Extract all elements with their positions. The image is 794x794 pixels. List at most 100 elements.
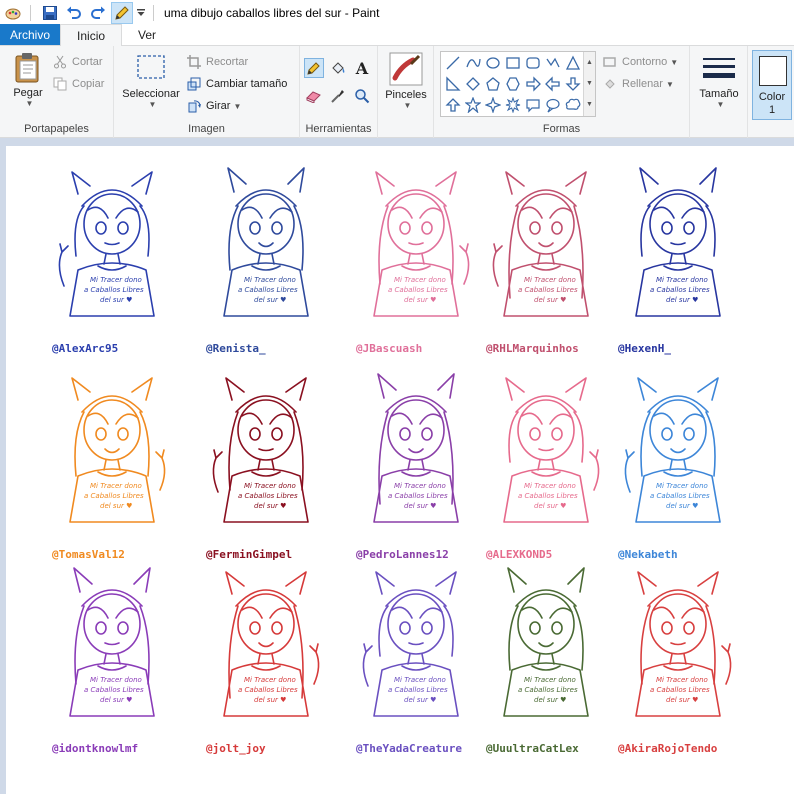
shape-four-point-star-icon[interactable] [464,96,482,114]
fanart-sketch: Mi Tracer dono a Caballos Libres del sur… [476,566,616,736]
scissors-icon [52,54,68,70]
magnifier-icon[interactable] [352,86,372,106]
undo-icon[interactable] [63,2,85,24]
eraser-icon[interactable] [304,86,324,106]
artist-handle: @JBascuash [356,342,423,355]
shape-rounded-callout-icon[interactable] [524,96,542,114]
quick-access-toolbar [0,0,160,25]
fill-icon [602,76,618,92]
cut-button[interactable]: Cortar [52,52,103,72]
shirt-text-line: del sur ♥ [100,696,132,704]
fanart-sketch: Mi Tracer dono a Caballos Libres del sur… [346,566,486,736]
shape-rectangle-icon[interactable] [504,54,522,72]
shirt-text-line: Mi Tracer dono [244,276,296,284]
artist-handle: @HexenH_ [618,342,671,355]
line-size-icon [703,58,735,78]
shape-hexagon-icon[interactable] [504,75,522,93]
paint-app-icon[interactable] [2,2,24,24]
fanart-sketch: Mi Tracer dono a Caballos Libres del sur… [42,166,182,336]
shape-oval-icon[interactable] [484,54,502,72]
shape-right-arrow-icon[interactable] [524,75,542,93]
shirt-text-line: Mi Tracer dono [244,482,296,490]
chevron-down-icon: ▼ [716,100,725,109]
tab-archivo[interactable]: Archivo [0,24,61,45]
image-group: Seleccionar ▼ Recortar Cambiar tamaño Gi… [114,46,300,138]
text-tool-icon[interactable]: A [352,58,372,78]
clipboard-group-label: Portapapeles [24,123,89,135]
shape-down-arrow-icon[interactable] [444,96,462,114]
shape-line-icon[interactable] [444,54,462,72]
shape-right-triangle-icon[interactable] [444,75,462,93]
shape-oval-callout-icon[interactable] [544,96,562,114]
artist-handle: @Nekabeth [618,548,678,561]
gallery-expand-icon[interactable]: ▼ [584,94,595,115]
shapes-group-label: Formas [542,123,581,135]
brushes-button[interactable]: Pinceles ▼ [382,52,430,110]
shirt-text-line: a Caballos Libres [650,286,710,294]
artist-handle: @RHLMarquinhos [486,342,579,355]
crop-button[interactable]: Recortar [186,52,248,72]
shirt-text-line: a Caballos Libres [84,686,144,694]
clipboard-group: Pegar ▼ Cortar Copiar Portapapeles [0,46,114,138]
shirt-text-line: Mi Tracer dono [656,276,708,284]
color1-button[interactable]: Color 1 [752,50,792,120]
drawing-canvas[interactable]: Mi Tracer dono a Caballos Libres del sur… [6,146,794,794]
shape-polygon-icon[interactable] [544,54,562,72]
shapes-scrollbar[interactable]: ▲ ▼ ▼ [583,52,595,116]
shape-diamond-icon[interactable] [464,75,482,93]
tab-ver[interactable]: Ver [122,24,172,45]
shirt-text-line: a Caballos Libres [650,492,710,500]
fill-button[interactable]: Rellenar ▼ [602,74,674,94]
window-title: uma dibujo caballos libres del sur - Pai… [164,5,380,20]
shape-triangle-icon[interactable] [564,54,582,72]
fanart-sketch: Mi Tracer dono a Caballos Libres del sur… [608,372,748,542]
scroll-down-icon[interactable]: ▼ [584,73,595,94]
resize-label: Cambiar tamaño [206,78,288,90]
shirt-text-line: Mi Tracer dono [394,276,446,284]
shape-six-point-star-icon[interactable] [504,96,522,114]
redo-icon[interactable] [87,2,109,24]
shape-cloud-callout-icon[interactable] [564,96,582,114]
cut-label: Cortar [72,56,103,68]
shirt-text-line: Mi Tracer dono [394,676,446,684]
color-picker-icon[interactable] [328,86,348,106]
scroll-up-icon[interactable]: ▲ [584,52,595,73]
shape-up-arrow-icon[interactable] [564,75,582,93]
select-button[interactable]: Seleccionar ▼ [120,54,182,109]
shirt-text-line: Mi Tracer dono [524,276,576,284]
shape-curve-icon[interactable] [464,54,482,72]
shirt-text-line: a Caballos Libres [518,686,578,694]
shirt-text-line: Mi Tracer dono [90,482,142,490]
rotate-button[interactable]: Girar ▼ [186,96,241,116]
pencil-icon[interactable] [304,58,324,78]
paste-label: Pegar [13,87,43,99]
paste-button[interactable]: Pegar ▼ [8,52,48,108]
shapes-group: ▲ ▼ ▼ Contorno ▼ Rellenar ▼ Formas [434,46,690,138]
shirt-text-line: del sur ♥ [254,696,286,704]
artist-handle: @AkiraRojoTendo [618,742,718,755]
color1-label: Color [758,91,786,103]
tab-inicio[interactable]: Inicio [60,24,123,46]
artist-handle: @FerminGimpel [206,548,293,561]
pencil-quick-icon[interactable] [111,1,133,24]
customize-quick-access-icon[interactable] [135,2,147,24]
shape-left-arrow-icon[interactable] [544,75,562,93]
resize-button[interactable]: Cambiar tamaño [186,74,287,94]
select-label: Seleccionar [122,88,180,100]
color1-swatch [759,56,787,86]
fanart-sketch: Mi Tracer dono a Caballos Libres del sur… [476,166,616,336]
tools-group: A Herramientas [300,46,378,138]
outline-button[interactable]: Contorno ▼ [602,52,678,72]
shape-five-point-star-icon[interactable] [484,96,502,114]
shirt-text-line: Mi Tracer dono [656,482,708,490]
separator [153,4,154,21]
size-button[interactable]: Tamaño ▼ [696,56,742,109]
shape-rounded-rectangle-icon[interactable] [524,54,542,72]
shape-pentagon-icon[interactable] [484,75,502,93]
save-icon[interactable] [39,2,61,24]
fill-bucket-icon[interactable] [328,58,348,78]
resize-icon [186,76,202,92]
outline-icon [602,54,618,70]
copy-button[interactable]: Copiar [52,74,104,94]
fanart-sketch: Mi Tracer dono a Caballos Libres del sur… [608,166,748,336]
